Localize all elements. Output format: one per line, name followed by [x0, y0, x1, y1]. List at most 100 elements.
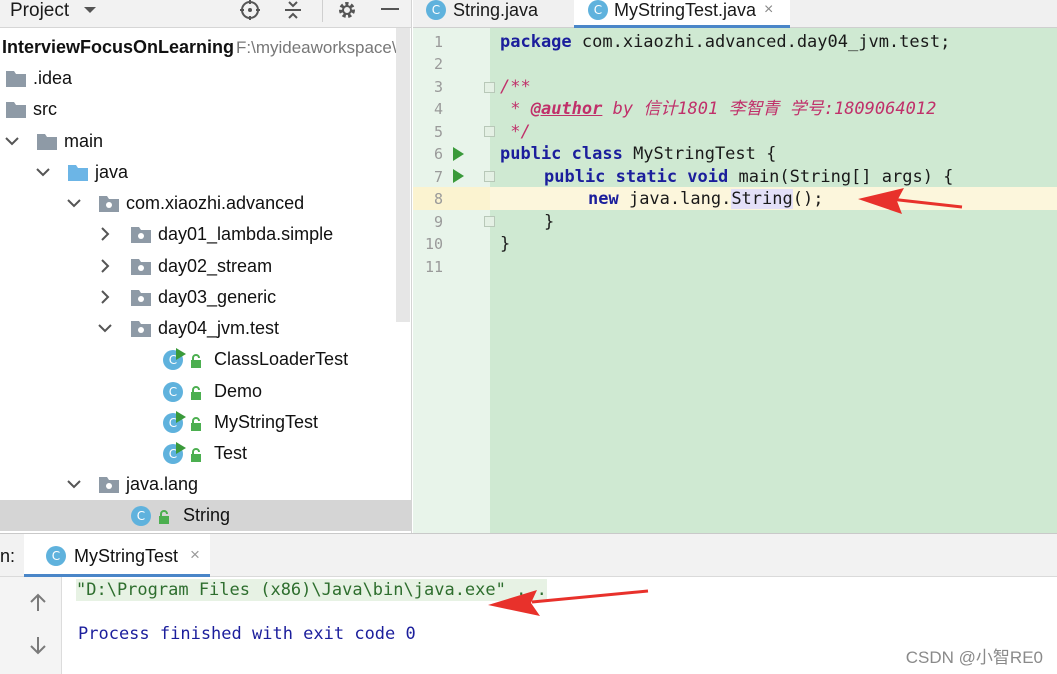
run-config-icon [176, 410, 186, 428]
lock-icon [158, 510, 170, 529]
tree-item-class-mystringtest[interactable]: C MyStringTest [0, 407, 411, 438]
lock-icon [190, 354, 202, 373]
line-number: 1 [433, 33, 443, 51]
run-config-icon [176, 347, 186, 365]
code-line-9: } [544, 212, 555, 232]
tree-item-package-day02[interactable]: day02_stream [0, 251, 411, 282]
tree-item-package-day04[interactable]: day04_jvm.test [0, 313, 411, 344]
chevron-right-icon[interactable] [97, 226, 113, 242]
tree-item-class-classloadertest[interactable]: C ClassLoaderTest [0, 344, 411, 375]
arrow-down-icon[interactable] [26, 633, 50, 657]
class-icon: C [588, 0, 608, 20]
tree-item-java[interactable]: java [0, 157, 411, 188]
tab-string-java[interactable]: C String.java [413, 0, 571, 28]
code-text: (); [792, 189, 824, 209]
gear-icon[interactable] [335, 0, 359, 22]
code-identifier-highlight[interactable]: String [731, 189, 793, 209]
project-view-title[interactable]: Project [10, 0, 69, 22]
tab-label: MyStringTest.java [614, 0, 757, 20]
line-number: 8 [433, 190, 443, 208]
package-icon [131, 257, 151, 276]
code-keyword: public static void [544, 167, 729, 187]
source-folder-icon [68, 163, 88, 182]
tree-item-main[interactable]: main [0, 126, 411, 157]
chevron-down-icon[interactable] [82, 0, 98, 20]
chevron-down-icon[interactable] [4, 133, 20, 149]
chevron-down-icon[interactable] [66, 476, 82, 492]
chevron-down-icon[interactable] [66, 195, 82, 211]
tree-item-label: String [183, 505, 231, 525]
tree-item-class-string[interactable]: C String [0, 500, 411, 531]
run-method-icon[interactable] [453, 169, 464, 183]
tree-scrollbar[interactable] [396, 28, 410, 322]
tree-item-project-root[interactable]: InterviewFocusOnLearning F:\myideaworksp… [0, 32, 411, 63]
tree-item-package-advanced[interactable]: com.xiaozhi.advanced [0, 188, 411, 219]
close-icon[interactable]: × [190, 545, 200, 565]
tab-mystringtest-java[interactable]: C MyStringTest.java × [574, 0, 790, 28]
tab-label: String.java [453, 0, 539, 20]
run-header: n: C MyStringTest × [0, 534, 1057, 577]
code-editor: C String.java C MyStringTest.java × 1 2 … [413, 0, 1057, 533]
line-number: 5 [433, 123, 443, 141]
code-line-10: } [500, 234, 511, 254]
minimize-icon[interactable] [378, 0, 402, 22]
code-line-4: * @author by 信计1801 李智青 学号:1809064012 [500, 98, 936, 120]
code-line-5: */ [500, 122, 531, 142]
fold-icon[interactable] [484, 171, 495, 182]
chevron-right-icon[interactable] [97, 289, 113, 305]
code-line-1: package com.xiaozhi.advanced.day04_jvm.t… [500, 31, 950, 53]
lock-icon [190, 448, 202, 467]
fold-icon[interactable] [484, 126, 495, 137]
collapse-all-icon[interactable] [281, 0, 305, 22]
tree-item-label: day01_lambda.simple [158, 224, 334, 244]
tree-item-label: Test [214, 443, 248, 463]
code-text: MyStringTest { [622, 144, 777, 164]
package-icon [99, 475, 119, 494]
console-exit-line: Process finished with exit code 0 [78, 624, 416, 644]
tree-item-idea[interactable]: .idea [0, 63, 411, 94]
code-line-8: new java.lang.String(); [588, 188, 823, 210]
project-path: F:\myideaworkspace\ [236, 38, 397, 57]
run-tool-window: n: C MyStringTest × "D:\Program Files (x… [0, 533, 1057, 674]
tree-item-label: Demo [214, 381, 263, 401]
arrow-up-icon[interactable] [26, 591, 50, 615]
line-number: 9 [433, 213, 443, 231]
tree-item-label: day04_jvm.test [158, 318, 280, 338]
fold-icon[interactable] [484, 82, 495, 93]
tree-item-label: .idea [33, 68, 73, 88]
tree-item-label: MyStringTest [214, 412, 319, 432]
code-keyword: package [500, 32, 572, 52]
package-icon [131, 288, 151, 307]
folder-icon [6, 100, 26, 119]
chevron-down-icon[interactable] [35, 164, 51, 180]
code-comment: by 信计1801 李智青 学号:1809064012 [602, 99, 937, 119]
class-icon: C [426, 0, 446, 20]
code-text: com.xiaozhi.advanced.day04_jvm.test; [571, 32, 951, 52]
toolbar-separator [322, 0, 323, 22]
fold-icon[interactable] [484, 216, 495, 227]
line-number: 3 [433, 78, 443, 96]
lock-icon [190, 417, 202, 436]
run-class-icon[interactable] [453, 147, 464, 161]
line-number: 7 [433, 168, 443, 186]
tree-item-label: com.xiaozhi.advanced [126, 193, 305, 213]
folder-icon [37, 132, 57, 151]
javadoc-tag: @author [530, 99, 603, 119]
locate-target-icon[interactable] [238, 0, 262, 22]
tab-run-mystringtest[interactable]: C MyStringTest × [24, 534, 210, 577]
line-number: 11 [424, 258, 443, 276]
chevron-right-icon[interactable] [97, 258, 113, 274]
code-keyword: new [588, 189, 619, 209]
close-icon[interactable]: × [764, 1, 773, 19]
tree-item-class-test[interactable]: C Test [0, 438, 411, 469]
tree-item-label: src [33, 99, 57, 119]
package-icon [131, 319, 151, 338]
class-icon: C [131, 506, 151, 526]
tree-item-package-day01[interactable]: day01_lambda.simple [0, 219, 411, 250]
chevron-down-icon[interactable] [97, 320, 113, 336]
tree-item-package-java-lang[interactable]: java.lang [0, 469, 411, 500]
tree-item-src[interactable]: src [0, 94, 411, 125]
run-toolbar [0, 577, 62, 674]
tree-item-package-day03[interactable]: day03_generic [0, 282, 411, 313]
tree-item-class-demo[interactable]: C Demo [0, 376, 411, 407]
